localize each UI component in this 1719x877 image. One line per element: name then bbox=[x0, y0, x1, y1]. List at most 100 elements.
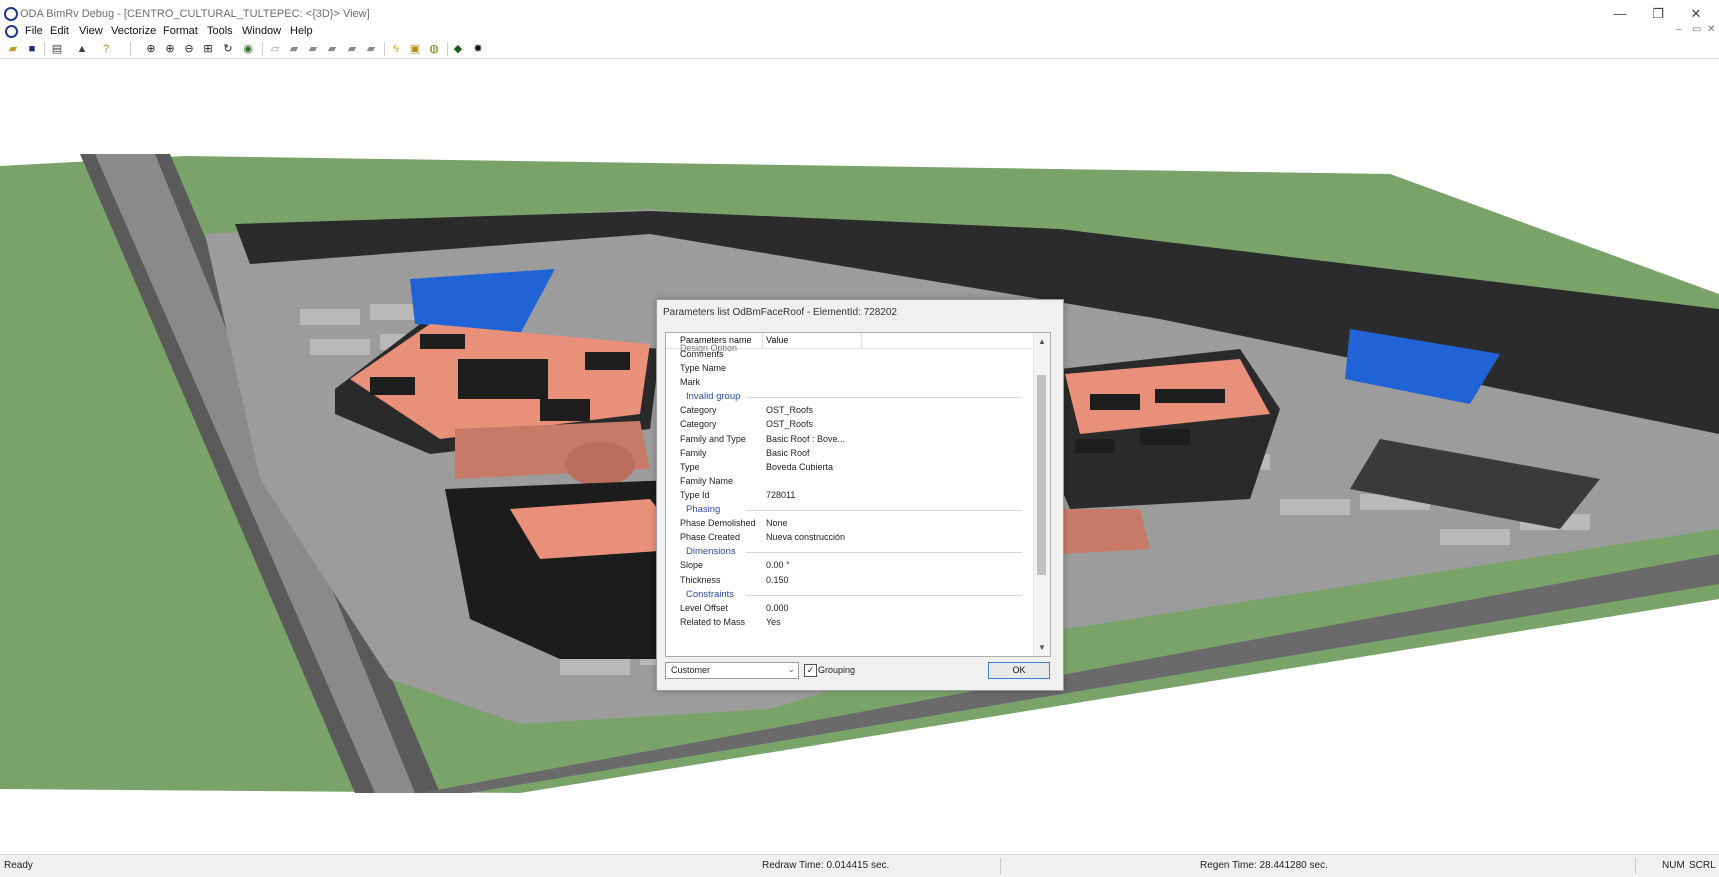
grouping-label[interactable]: Grouping bbox=[818, 665, 855, 675]
zoom-extents-icon[interactable]: ⊕ bbox=[144, 42, 158, 56]
hidden-line-icon[interactable]: ▰ bbox=[287, 42, 301, 56]
parameter-name: Comments bbox=[680, 349, 724, 359]
menu-file[interactable]: File bbox=[25, 25, 43, 37]
mdi-close-button[interactable]: ✕ bbox=[1707, 24, 1715, 35]
parameter-row[interactable]: Family Name bbox=[666, 475, 1032, 489]
parameter-name: Thickness bbox=[680, 574, 721, 585]
num-lock-indicator: NUM bbox=[1662, 860, 1685, 871]
parameter-name: Type Name bbox=[680, 363, 727, 374]
redraw-time: Redraw Time: 0.014415 sec. bbox=[762, 860, 890, 871]
parameters-grid[interactable]: Parameters name Value Design Option Comm… bbox=[665, 332, 1051, 657]
group-header-row[interactable]: Dimensions bbox=[666, 545, 1032, 559]
parameter-row[interactable]: Type Boveda Cubierta bbox=[666, 461, 1032, 475]
group-label: Dimensions bbox=[686, 546, 736, 558]
save-icon[interactable]: ■ bbox=[25, 42, 39, 56]
wireframe-icon[interactable]: ▱ bbox=[268, 42, 282, 56]
parameter-name: Type Id bbox=[680, 489, 710, 500]
render-icon[interactable]: ◆ bbox=[451, 42, 465, 56]
menu-bar: File Edit View Vectorize Format Tools Wi… bbox=[0, 22, 1719, 40]
parameter-row[interactable]: Mark bbox=[666, 376, 1032, 390]
lightning-icon[interactable]: ϟ bbox=[389, 42, 403, 56]
vertical-scrollbar[interactable]: ▲ ▼ bbox=[1033, 333, 1050, 656]
scroll-down-arrow-icon[interactable]: ▼ bbox=[1038, 643, 1046, 652]
combobox-value: Customer bbox=[671, 665, 711, 675]
parameter-value: Basic Roof : Bove... bbox=[766, 433, 846, 444]
menu-vectorize[interactable]: Vectorize bbox=[111, 25, 156, 37]
parameter-row[interactable]: Thickness 0.150 bbox=[666, 574, 1032, 588]
scroll-lock-indicator: SCRL bbox=[1689, 860, 1716, 871]
parameter-value: Boveda Cubierta bbox=[766, 461, 834, 472]
grouping-checkbox[interactable]: ✓ bbox=[804, 664, 817, 677]
document-icon[interactable] bbox=[5, 25, 18, 38]
zoom-out-icon[interactable]: ⊖ bbox=[182, 42, 196, 56]
group-header-row[interactable]: Invalid group bbox=[666, 390, 1032, 404]
dialog-title: Parameters list OdBmFaceRoof - ElementId… bbox=[663, 307, 897, 318]
menu-help[interactable]: Help bbox=[290, 25, 313, 37]
parameter-name: Phase Demolished bbox=[680, 518, 756, 529]
parameter-value: None bbox=[766, 518, 788, 529]
group-label: Invalid group bbox=[686, 391, 741, 403]
scroll-thumb[interactable] bbox=[1037, 375, 1046, 575]
help-icon[interactable]: ? bbox=[99, 42, 113, 56]
parameter-row[interactable]: Level Offset 0.000 bbox=[666, 602, 1032, 616]
ok-button[interactable]: OK bbox=[988, 662, 1050, 679]
regen-time: Regen Time: 28.441280 sec. bbox=[1200, 860, 1328, 871]
menu-edit[interactable]: Edit bbox=[50, 25, 69, 37]
menu-window[interactable]: Window bbox=[242, 25, 281, 37]
open-icon[interactable]: ▰ bbox=[6, 42, 20, 56]
parameter-row[interactable]: Phase Created Nueva construcción bbox=[666, 531, 1032, 545]
group-header-row[interactable]: Constraints bbox=[666, 588, 1032, 602]
parameter-name: Phase Created bbox=[680, 532, 741, 543]
parameter-value: 0.00 ° bbox=[766, 560, 790, 571]
column-header-value[interactable]: Value bbox=[766, 335, 788, 345]
parameter-row[interactable]: Family and Type Basic Roof : Bove... bbox=[666, 433, 1032, 447]
parameter-row[interactable]: Type Name bbox=[666, 362, 1032, 376]
parameter-name: Mark bbox=[680, 377, 700, 388]
gouraud-edges-icon[interactable]: ▰ bbox=[364, 42, 378, 56]
parameter-value: Nueva construcción bbox=[766, 532, 846, 543]
parameters-dialog: Parameters list OdBmFaceRoof - ElementId… bbox=[656, 299, 1064, 691]
status-bar: Ready Redraw Time: 0.014415 sec. Regen T… bbox=[0, 854, 1719, 877]
parameter-row[interactable]: Related to Mass Yes bbox=[666, 616, 1032, 630]
parameter-value: Basic Roof bbox=[766, 447, 810, 458]
3d-viewport[interactable]: Parameters list OdBmFaceRoof - ElementId… bbox=[0, 59, 1719, 854]
settings-icon[interactable]: ✸ bbox=[471, 42, 485, 56]
menu-tools[interactable]: Tools bbox=[207, 25, 233, 37]
window-title: ODA BimRv Debug - [CENTRO_CULTURAL_TULTE… bbox=[20, 8, 370, 20]
zoom-window-icon[interactable]: ⊞ bbox=[201, 42, 215, 56]
menu-view[interactable]: View bbox=[79, 25, 103, 37]
parameter-name: Type bbox=[680, 461, 700, 472]
group-header-row[interactable]: Phasing bbox=[666, 503, 1032, 517]
scroll-up-arrow-icon[interactable]: ▲ bbox=[1038, 337, 1046, 346]
chevron-down-icon[interactable]: ⌄ bbox=[787, 664, 795, 675]
picture-icon[interactable]: ▣ bbox=[408, 42, 422, 56]
toolbar: ▰ ■ ▤ ▲ ? ⊕ ⊕ ⊖ ⊞ ↻ ◉ ▱ ▰ ▰ ▰ ▰ ▰ ϟ ▣ ◍ … bbox=[0, 40, 1719, 59]
parameter-value: 0.000 bbox=[766, 602, 789, 613]
parameter-row[interactable]: Comments bbox=[666, 348, 1032, 362]
parameter-row[interactable]: Slope 0.00 ° bbox=[666, 559, 1032, 573]
look-icon[interactable]: ◍ bbox=[427, 42, 441, 56]
print-icon[interactable]: ▤ bbox=[50, 42, 64, 56]
menu-format[interactable]: Format bbox=[163, 25, 198, 37]
parameter-name: Level Offset bbox=[680, 602, 728, 613]
parameter-row[interactable]: Category OST_Roofs bbox=[666, 404, 1032, 418]
mdi-restore-button[interactable]: ▭ bbox=[1692, 24, 1701, 35]
print-preview-icon[interactable]: ▲ bbox=[75, 42, 89, 56]
gouraud-icon[interactable]: ▰ bbox=[325, 42, 339, 56]
mdi-minimize-button[interactable]: – bbox=[1676, 24, 1682, 35]
filter-combobox[interactable]: Customer ⌄ bbox=[665, 662, 799, 679]
parameter-name: Slope bbox=[680, 560, 704, 571]
parameter-row[interactable]: Family Basic Roof bbox=[666, 447, 1032, 461]
parameter-value: OST_Roofs bbox=[766, 405, 814, 416]
parameter-name: Family and Type bbox=[680, 433, 746, 444]
flat-edges-icon[interactable]: ▰ bbox=[345, 42, 359, 56]
parameter-row[interactable]: Phase Demolished None bbox=[666, 517, 1032, 531]
parameter-row[interactable]: Type Id 728011 bbox=[666, 489, 1032, 503]
orbit-icon[interactable]: ↻ bbox=[221, 42, 235, 56]
zoom-in-icon[interactable]: ⊕ bbox=[163, 42, 177, 56]
group-label: Constraints bbox=[686, 588, 735, 600]
flat-shaded-icon[interactable]: ▰ bbox=[306, 42, 320, 56]
parameter-row[interactable]: Category OST_Roofs bbox=[666, 418, 1032, 432]
eye-icon[interactable]: ◉ bbox=[241, 42, 255, 56]
parameter-value: OST_Roofs bbox=[766, 419, 814, 430]
